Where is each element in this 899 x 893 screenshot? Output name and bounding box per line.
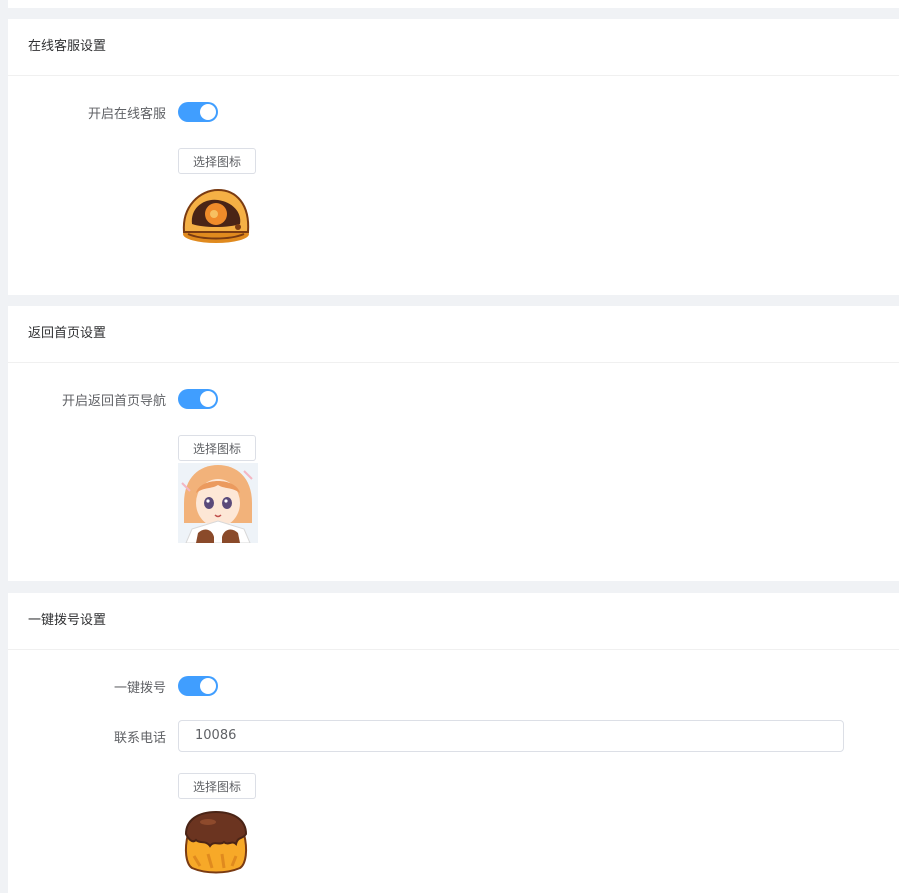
switch-knob — [200, 678, 216, 694]
online-service-title: 在线客服设置 — [8, 19, 899, 76]
online-service-panel: 在线客服设置 开启在线客服 选择图标 — [8, 19, 899, 295]
pudding-icon — [184, 810, 248, 874]
online-service-toggle-label: 开启在线客服 — [87, 107, 166, 122]
one-click-call-toggle[interactable] — [178, 676, 218, 696]
switch-knob — [200, 391, 216, 407]
one-click-call-choose-icon-button[interactable]: 选择图标 — [178, 773, 256, 799]
switch-knob — [200, 104, 216, 120]
home-nav-panel: 返回首页设置 开启返回首页导航 选择图标 — [8, 306, 899, 581]
one-click-call-toggle-label: 一键拨号 — [113, 681, 166, 696]
previous-panel-bottom — [8, 0, 899, 8]
anime-girl-avatar — [178, 463, 258, 543]
online-service-toggle[interactable] — [178, 102, 218, 122]
one-click-call-title: 一键拨号设置 — [8, 593, 899, 650]
one-click-call-panel: 一键拨号设置 一键拨号 联系电话 10086 选择图标 — [8, 593, 899, 893]
home-nav-toggle-label: 开启返回首页导航 — [61, 394, 166, 409]
online-service-choose-icon-button[interactable]: 选择图标 — [178, 148, 256, 174]
sweet-bun-icon — [182, 188, 250, 243]
phone-input[interactable]: 10086 — [178, 720, 844, 752]
home-nav-choose-icon-button[interactable]: 选择图标 — [178, 435, 256, 461]
home-nav-toggle[interactable] — [178, 389, 218, 409]
phone-label: 联系电话 — [113, 731, 166, 746]
home-nav-title: 返回首页设置 — [8, 306, 899, 363]
